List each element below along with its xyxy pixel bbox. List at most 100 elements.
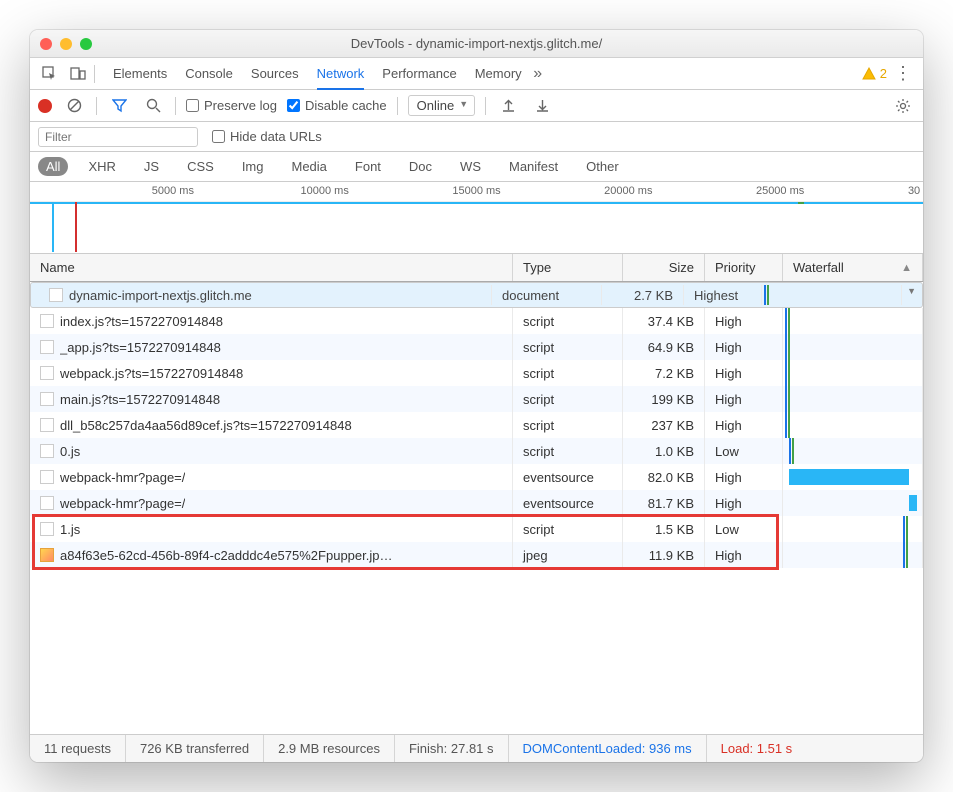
header-waterfall[interactable]: Waterfall▲ [783,254,923,281]
type-filter-all[interactable]: All [38,157,68,176]
device-toggle-icon[interactable] [66,62,90,86]
table-header: Name Type Size Priority Waterfall▲ [30,254,923,282]
request-size: 2.7 KB [602,285,684,305]
disable-cache-checkbox[interactable]: Disable cache [287,98,387,113]
tab-performance[interactable]: Performance [382,58,456,89]
request-type: script [513,438,623,464]
type-filter-ws[interactable]: WS [452,157,489,176]
status-bar: 11 requests 726 KB transferred 2.9 MB re… [30,734,923,762]
request-priority: Highest [684,285,762,305]
titlebar: DevTools - dynamic-import-nextjs.glitch.… [30,30,923,58]
type-filter-other[interactable]: Other [578,157,627,176]
record-button[interactable] [38,99,52,113]
request-type: eventsource [513,464,623,490]
tab-console[interactable]: Console [185,58,233,89]
tab-sources[interactable]: Sources [251,58,299,89]
request-type: script [513,412,623,438]
request-priority: High [705,308,783,334]
status-load: Load: 1.51 s [707,735,807,762]
request-priority: High [705,464,783,490]
table-row[interactable]: _app.js?ts=1572270914848script64.9 KBHig… [30,334,923,360]
request-waterfall [783,334,923,360]
request-size: 7.2 KB [623,360,705,386]
more-tabs-icon[interactable]: » [526,62,550,86]
request-name: dll_b58c257da4aa56d89cef.js?ts=157227091… [60,418,352,433]
search-icon[interactable] [141,94,165,118]
request-priority: High [705,360,783,386]
request-name: 0.js [60,444,80,459]
warnings-badge[interactable]: 2 [862,66,887,81]
request-type: script [513,334,623,360]
throttling-select[interactable]: Online [408,95,476,116]
network-table: Name Type Size Priority Waterfall▲ dynam… [30,254,923,734]
request-name: webpack-hmr?page=/ [60,470,185,485]
upload-har-icon[interactable] [496,94,520,118]
request-waterfall [783,438,923,464]
filter-input[interactable] [38,127,198,147]
status-requests: 11 requests [30,735,126,762]
request-waterfall [783,490,923,516]
request-type: document [492,285,602,305]
request-size: 11.9 KB [623,542,705,568]
table-row[interactable]: webpack-hmr?page=/eventsource81.7 KBHigh [30,490,923,516]
request-priority: High [705,412,783,438]
type-filter-doc[interactable]: Doc [401,157,440,176]
table-row[interactable]: 1.jsscript1.5 KBLow [30,516,923,542]
request-size: 199 KB [623,386,705,412]
table-row[interactable]: dll_b58c257da4aa56d89cef.js?ts=157227091… [30,412,923,438]
settings-icon[interactable] [891,94,915,118]
table-row[interactable]: a84f63e5-62cd-456b-89f4-c2adddc4e575%2Fp… [30,542,923,568]
request-waterfall [762,285,902,305]
request-priority: High [705,542,783,568]
timeline-graph [30,202,923,252]
table-body: dynamic-import-nextjs.glitch.me document2… [30,282,923,734]
filter-icon[interactable] [107,94,131,118]
table-row[interactable]: dynamic-import-nextjs.glitch.me document2… [30,282,923,308]
inspect-icon[interactable] [38,62,62,86]
request-name: 1.js [60,522,80,537]
file-icon [40,392,54,406]
clear-icon[interactable] [62,94,86,118]
request-waterfall [783,516,923,542]
request-priority: High [705,490,783,516]
request-name: dynamic-import-nextjs.glitch.me [69,288,252,303]
devtools-window: DevTools - dynamic-import-nextjs.glitch.… [30,30,923,762]
status-domcontentloaded: DOMContentLoaded: 936 ms [509,735,707,762]
file-icon [40,366,54,380]
type-filter-js[interactable]: JS [136,157,167,176]
tab-network[interactable]: Network [317,59,365,90]
request-waterfall [783,308,923,334]
download-har-icon[interactable] [530,94,554,118]
request-size: 82.0 KB [623,464,705,490]
main-toolbar: Elements Console Sources Network Performance… [30,58,923,90]
preserve-log-checkbox[interactable]: Preserve log [186,98,277,113]
tab-memory[interactable]: Memory [475,58,522,89]
header-name[interactable]: Name [30,254,513,281]
type-filter-xhr[interactable]: XHR [80,157,123,176]
request-waterfall [783,386,923,412]
table-row[interactable]: index.js?ts=1572270914848script37.4 KBHi… [30,308,923,334]
table-row[interactable]: webpack-hmr?page=/ eventsource82.0 KBHigh [30,464,923,490]
table-row[interactable]: main.js?ts=1572270914848script199 KBHigh [30,386,923,412]
type-filter-font[interactable]: Font [347,157,389,176]
type-filter-img[interactable]: Img [234,157,272,176]
panel-tabs: Elements Console Sources Network Performance… [113,58,522,89]
header-priority[interactable]: Priority [705,254,783,281]
timeline-overview[interactable]: 5000 ms10000 ms15000 ms20000 ms25000 ms3… [30,182,923,254]
window-title: DevTools - dynamic-import-nextjs.glitch.… [30,36,923,51]
network-toolbar: Preserve log Disable cache Online [30,90,923,122]
file-icon [40,496,54,510]
kebab-menu-icon[interactable]: ⋮ [891,62,915,86]
type-filter-manifest[interactable]: Manifest [501,157,566,176]
tab-elements[interactable]: Elements [113,58,167,89]
type-filter-css[interactable]: CSS [179,157,222,176]
table-row[interactable]: 0.jsscript1.0 KBLow [30,438,923,464]
request-type: script [513,516,623,542]
request-priority: High [705,334,783,360]
hide-data-urls-checkbox[interactable]: Hide data URLs [212,129,322,144]
table-row[interactable]: webpack.js?ts=1572270914848script7.2 KBH… [30,360,923,386]
header-type[interactable]: Type [513,254,623,281]
request-waterfall [783,360,923,386]
type-filter-media[interactable]: Media [283,157,334,176]
header-size[interactable]: Size [623,254,705,281]
